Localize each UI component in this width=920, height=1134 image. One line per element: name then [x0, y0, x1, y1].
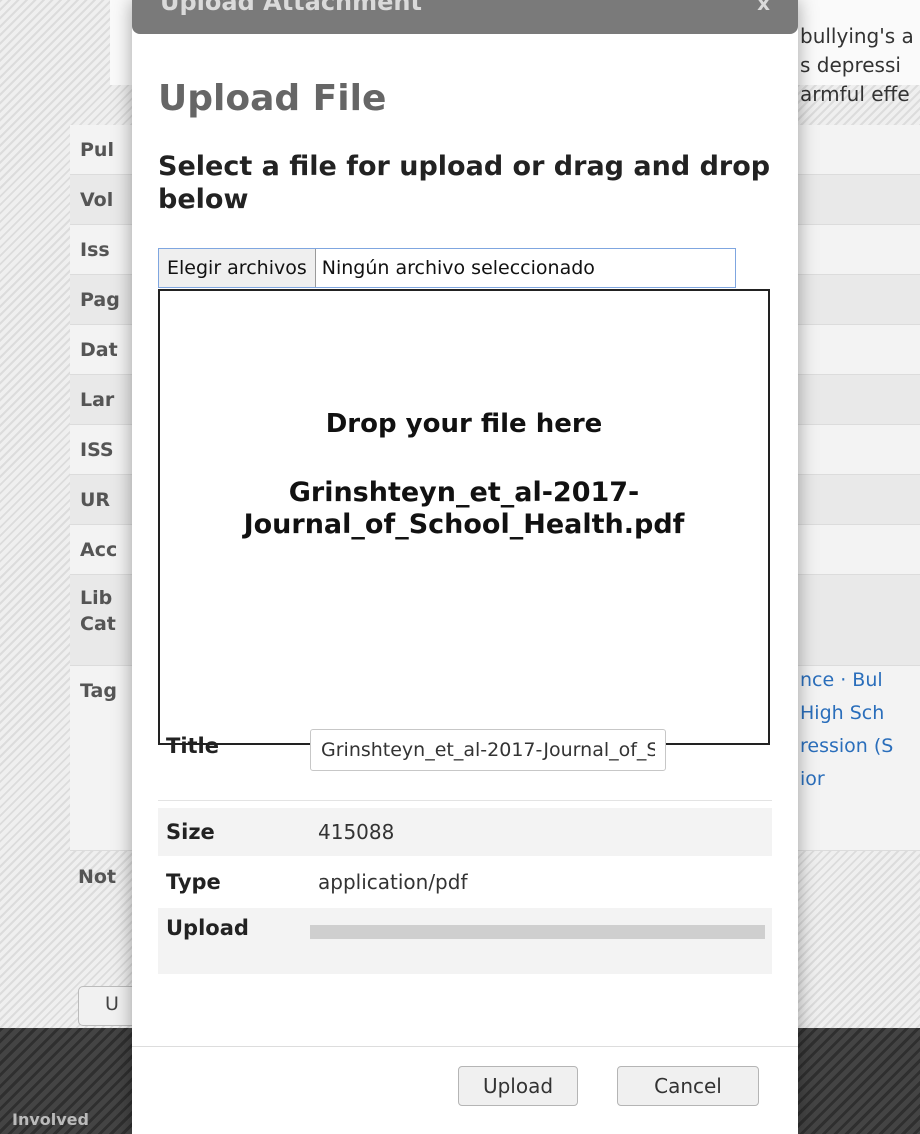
- type-label: Type: [166, 870, 221, 894]
- meta-label: Iss: [80, 238, 110, 261]
- dialog-titlebar: Upload Attachment x: [132, 0, 798, 34]
- abstract-text: bullying's a s depressi armful effe: [800, 22, 920, 109]
- footer-involved-text: Involved: [12, 1110, 89, 1129]
- notes-label: Not: [78, 866, 117, 888]
- tag-link[interactable]: ression (S: [800, 730, 920, 763]
- type-value: application/pdf: [318, 870, 468, 894]
- upload-file-heading: Upload File: [158, 78, 387, 119]
- meta-label: Vol: [80, 188, 114, 211]
- meta-label: Pul: [80, 138, 114, 161]
- close-icon[interactable]: x: [757, 0, 770, 15]
- upload-progress-bar: [310, 925, 765, 939]
- meta-label: Tag: [80, 680, 117, 702]
- file-status-text: Ningún archivo seleccionado: [321, 257, 595, 279]
- abstract-line: armful effe: [800, 82, 910, 106]
- abstract-line: bullying's a: [800, 24, 914, 48]
- meta-label: Acc: [80, 538, 118, 561]
- dialog-title: Upload Attachment: [160, 0, 422, 16]
- upload-row: Upload: [158, 908, 772, 974]
- upload-attachment-dialog: Upload Attachment x Upload File Select a…: [132, 0, 798, 1134]
- meta-label: Lar: [80, 388, 115, 411]
- file-input[interactable]: Elegir archivos Ningún archivo seleccion…: [158, 248, 736, 288]
- tag-links: nce · Bul High Sch ression (S ior: [800, 664, 920, 796]
- upload-label: Upload: [166, 916, 249, 940]
- title-input[interactable]: [310, 729, 666, 771]
- meta-label: Pag: [80, 288, 120, 311]
- upload-progress-fill: [310, 925, 765, 939]
- abstract-line: s depressi: [800, 53, 901, 77]
- tag-link[interactable]: ior: [800, 763, 920, 796]
- upload-button[interactable]: Upload: [458, 1066, 578, 1106]
- size-row: Size 415088: [158, 808, 772, 856]
- background-upload-button[interactable]: U: [78, 986, 138, 1026]
- tag-link[interactable]: High Sch: [800, 697, 920, 730]
- footer-divider: [132, 1046, 798, 1047]
- dropzone-filename-line: Journal_of_School_Health.pdf: [243, 509, 685, 540]
- upload-instructions: Select a file for upload or drag and dro…: [158, 151, 771, 215]
- tag-link[interactable]: nce · Bul: [800, 664, 920, 697]
- meta-label: UR: [80, 488, 111, 511]
- dropzone-filename: Grinshteyn_et_al-2017- Journal_of_School…: [160, 477, 768, 541]
- meta-label: Lib Cat: [80, 587, 116, 635]
- dropzone-title: Drop your file here: [325, 409, 603, 439]
- type-row: Type application/pdf: [158, 858, 772, 906]
- size-value: 415088: [318, 820, 395, 844]
- choose-files-button[interactable]: Elegir archivos: [159, 249, 316, 287]
- cancel-button[interactable]: Cancel: [617, 1066, 759, 1106]
- divider: [158, 800, 772, 801]
- size-label: Size: [166, 820, 215, 844]
- meta-label: ISS: [80, 438, 114, 461]
- dropzone-filename-line: Grinshteyn_et_al-2017-: [288, 477, 640, 508]
- title-label: Title: [166, 734, 220, 758]
- file-dropzone[interactable]: Drop your file here Grinshteyn_et_al-201…: [158, 289, 770, 745]
- meta-label: Dat: [80, 338, 118, 361]
